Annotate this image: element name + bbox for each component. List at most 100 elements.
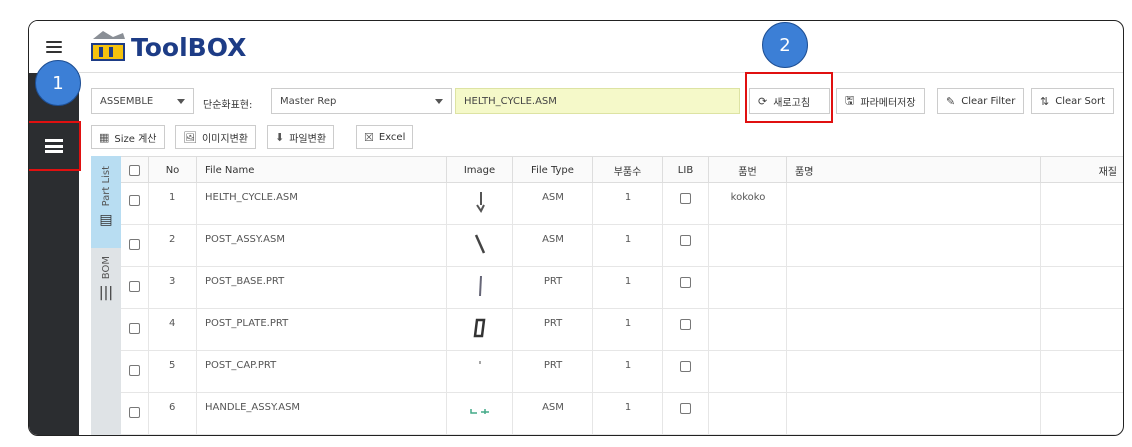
part-thumbnail	[447, 401, 512, 417]
col-part-no[interactable]: 품번	[709, 157, 787, 184]
row-qty: 1	[624, 276, 632, 287]
tab-part-list[interactable]: Part List ▤	[91, 156, 121, 248]
col-file-type[interactable]: File Type	[513, 157, 593, 184]
type-select[interactable]: ASSEMBLE	[91, 88, 194, 114]
app-header: ToolBOX	[79, 21, 1123, 73]
size-calc-button[interactable]: ▦ Size 계산	[91, 125, 165, 149]
annotation-box-1	[29, 121, 81, 171]
cell-image	[447, 393, 513, 435]
lib-checkbox[interactable]	[680, 235, 691, 246]
cell-file-type: PRT	[513, 309, 593, 351]
cell-qty: 1	[593, 351, 663, 393]
row-checkbox[interactable]	[129, 195, 140, 206]
cell-lib	[663, 183, 709, 225]
select-all-checkbox[interactable]	[129, 165, 140, 176]
cell-material[interactable]	[1041, 351, 1123, 393]
row-checkbox[interactable]	[129, 323, 140, 334]
barcode-icon: |||	[98, 285, 114, 302]
row-qty: 1	[624, 318, 632, 329]
cell-no: 5	[149, 351, 197, 393]
tab-bom[interactable]: BOM |||	[91, 256, 121, 326]
cell-no: 2	[149, 225, 197, 267]
table-row[interactable]: 4 POST_PLATE.PRT PRT 1	[121, 309, 1123, 351]
table-row[interactable]: 5 POST_CAP.PRT PRT 1	[121, 351, 1123, 393]
file-convert-button[interactable]: ⬇ 파일변환	[267, 125, 335, 149]
cell-file-name: POST_BASE.PRT	[197, 267, 447, 309]
lib-checkbox[interactable]	[680, 403, 691, 414]
cell-no: 1	[149, 183, 197, 225]
row-part-no[interactable]: kokoko	[709, 192, 787, 203]
row-qty: 1	[624, 360, 632, 371]
col-qty[interactable]: 부품수	[593, 157, 663, 184]
image-convert-button[interactable]: 🖼 이미지변환	[175, 125, 256, 149]
row-file-type: PRT	[543, 276, 563, 287]
rep-select[interactable]: Master Rep	[271, 88, 452, 114]
chevron-down-icon	[177, 99, 185, 104]
row-select-cell	[121, 393, 149, 435]
download-icon: ⬇	[275, 130, 285, 144]
cell-file-type: ASM	[513, 183, 593, 225]
cell-part-name	[787, 267, 1041, 309]
cell-file-type: PRT	[513, 267, 593, 309]
cell-part-name	[787, 183, 1041, 225]
row-file-type: PRT	[543, 318, 563, 329]
table-header: No File Name Image File Type 부품수 LIB 품번 …	[121, 156, 1123, 184]
col-no[interactable]: No	[149, 157, 197, 184]
hamburger-icon[interactable]	[46, 41, 62, 53]
clear-filter-button[interactable]: ✎ Clear Filter	[937, 88, 1025, 114]
row-file-name: POST_BASE.PRT	[205, 276, 285, 287]
save-params-button[interactable]: 🖫 파라메터저장	[836, 88, 925, 114]
size-calc-label: Size 계산	[114, 133, 157, 145]
col-image[interactable]: Image	[447, 157, 513, 184]
cell-file-name: POST_ASSY.ASM	[197, 225, 447, 267]
lib-checkbox[interactable]	[680, 319, 691, 330]
tab-bom-label: BOM	[100, 256, 112, 280]
table-row[interactable]: 2 POST_ASSY.ASM ASM 1	[121, 225, 1123, 267]
cell-lib	[663, 267, 709, 309]
row-checkbox[interactable]	[129, 365, 140, 376]
row-no: 4	[169, 318, 176, 329]
cell-material[interactable]	[1041, 183, 1123, 225]
row-checkbox[interactable]	[129, 407, 140, 418]
lib-checkbox[interactable]	[680, 361, 691, 372]
cell-material[interactable]	[1041, 393, 1123, 435]
cell-material[interactable]	[1041, 225, 1123, 267]
table-row[interactable]: 6 HANDLE_ASSY.ASM ASM 1	[121, 393, 1123, 435]
excel-label: Excel	[378, 131, 406, 143]
app-window: ToolBOX ASSEMBLE 단순화표현: Master Rep HELTH…	[28, 20, 1124, 436]
row-qty: 1	[624, 402, 632, 413]
row-select-cell	[121, 351, 149, 393]
cell-image	[447, 309, 513, 351]
select-all-cell	[121, 157, 149, 184]
row-checkbox[interactable]	[129, 239, 140, 250]
clear-sort-button[interactable]: ⇅ Clear Sort	[1031, 88, 1115, 114]
row-checkbox[interactable]	[129, 281, 140, 292]
table-row[interactable]: 3 POST_BASE.PRT PRT 1	[121, 267, 1123, 309]
col-part-name[interactable]: 품명	[787, 157, 1041, 184]
col-file-name[interactable]: File Name	[197, 157, 447, 184]
cell-qty: 1	[593, 225, 663, 267]
cell-file-name: HANDLE_ASSY.ASM	[197, 393, 447, 435]
cell-file-name: POST_PLATE.PRT	[197, 309, 447, 351]
col-material[interactable]: 재질	[1041, 157, 1123, 184]
row-file-type: PRT	[543, 360, 563, 371]
col-lib[interactable]: LIB	[663, 157, 709, 184]
row-select-cell	[121, 309, 149, 351]
eraser-icon: ✎	[946, 94, 956, 108]
cell-image	[447, 225, 513, 267]
lib-checkbox[interactable]	[680, 193, 691, 204]
row-no: 3	[169, 276, 176, 287]
row-file-name: HANDLE_ASSY.ASM	[205, 402, 301, 413]
cell-material[interactable]	[1041, 309, 1123, 351]
cell-part-no	[709, 267, 787, 309]
annotation-box-2	[745, 72, 833, 123]
cell-material[interactable]	[1041, 267, 1123, 309]
table-row[interactable]: 1 HELTH_CYCLE.ASM ASM 1 kokoko	[121, 183, 1123, 225]
lib-checkbox[interactable]	[680, 277, 691, 288]
file-name-input[interactable]: HELTH_CYCLE.ASM	[455, 88, 740, 114]
row-no: 2	[169, 234, 176, 245]
save-params-label: 파라메터저장	[860, 97, 916, 109]
row-file-name: POST_ASSY.ASM	[205, 234, 285, 245]
excel-button[interactable]: ☒ Excel	[356, 125, 414, 149]
cell-file-name: HELTH_CYCLE.ASM	[197, 183, 447, 225]
